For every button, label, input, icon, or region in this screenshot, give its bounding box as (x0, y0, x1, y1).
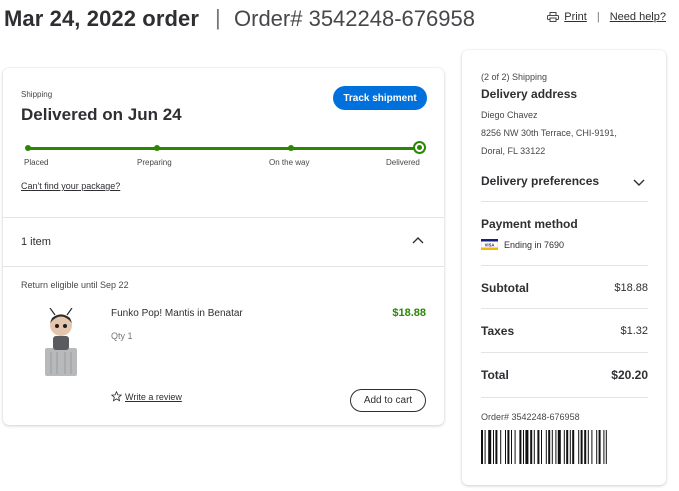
product-price: $18.88 (392, 307, 426, 319)
taxes-value: $1.32 (620, 325, 648, 337)
return-eligible-text: Return eligible until Sep 22 (21, 280, 129, 290)
payment-method-heading: Payment method (481, 217, 578, 231)
step-label-delivered: Delivered (386, 158, 420, 167)
print-button[interactable]: Print (547, 11, 587, 23)
title-separator: | (215, 5, 221, 30)
divider (481, 201, 648, 202)
actions-separator: | (596, 11, 600, 23)
taxes-label: Taxes (481, 324, 515, 338)
card-ending: Ending in 7690 (504, 240, 565, 250)
divider (481, 265, 648, 266)
delivery-status: Delivered on Jun 24 (21, 105, 182, 124)
shipping-label: Shipping (21, 90, 53, 99)
delivery-preferences-heading[interactable]: Delivery preferences (481, 174, 599, 188)
progress-dot-preparing (154, 145, 160, 151)
divider (481, 308, 648, 309)
divider (3, 266, 444, 267)
address-line1: 8256 NW 30th Terrace, CHI-9191, (481, 128, 617, 138)
write-review-link[interactable]: Write a review (125, 392, 182, 402)
write-review-button[interactable]: Write a review (111, 391, 182, 402)
step-label-on-the-way: On the way (269, 158, 310, 167)
progress-dot-on-the-way (288, 145, 294, 151)
order-summary-card: (2 of 2) Shipping Delivery address Diego… (462, 50, 666, 485)
summary-order-number: Order# 3542248-676958 (481, 412, 580, 422)
divider (481, 397, 648, 398)
product-image[interactable] (37, 308, 85, 376)
divider (481, 352, 648, 353)
svg-text:VISA: VISA (485, 242, 495, 247)
address-line2: Doral, FL 33122 (481, 146, 546, 156)
visa-card-icon: VISA (481, 239, 498, 250)
chevron-up-icon[interactable] (412, 235, 424, 245)
step-label-placed: Placed (24, 158, 49, 167)
add-to-cart-button[interactable]: Add to cart (350, 389, 426, 412)
product-name[interactable]: Funko Pop! Mantis in Benatar (111, 308, 243, 319)
step-label-preparing: Preparing (137, 158, 172, 167)
star-icon (111, 391, 122, 402)
chevron-down-icon[interactable] (633, 177, 645, 187)
subtotal-value: $18.88 (614, 282, 648, 294)
track-shipment-button[interactable]: Track shipment (333, 86, 427, 110)
order-date-title: Mar 24, 2022 order (4, 6, 200, 31)
progress-dot-delivered (413, 141, 426, 154)
order-header: Mar 24, 2022 order | Order# 3542248-6769… (4, 4, 674, 34)
cant-find-package-link[interactable]: Can't find your package? (21, 181, 120, 191)
need-help-link[interactable]: Need help? (610, 11, 666, 23)
divider (3, 217, 444, 218)
progress-bar (27, 147, 422, 150)
order-number-title: Order# 3542248-676958 (234, 6, 475, 31)
product-qty: Qty 1 (111, 331, 133, 341)
shipping-count: (2 of 2) Shipping (481, 72, 548, 82)
print-link[interactable]: Print (564, 11, 587, 23)
total-value: $20.20 (611, 368, 648, 382)
recipient-name: Diego Chavez (481, 110, 538, 120)
progress-dot-placed (25, 145, 31, 151)
subtotal-label: Subtotal (481, 281, 529, 295)
delivery-address-heading: Delivery address (481, 87, 578, 101)
items-count: 1 item (21, 236, 51, 248)
printer-icon (547, 12, 560, 22)
barcode (481, 430, 607, 464)
header-actions: Print | Need help? (547, 11, 666, 23)
shipment-card: Shipping Delivered on Jun 24 Track shipm… (3, 68, 444, 425)
total-label: Total (481, 368, 509, 382)
